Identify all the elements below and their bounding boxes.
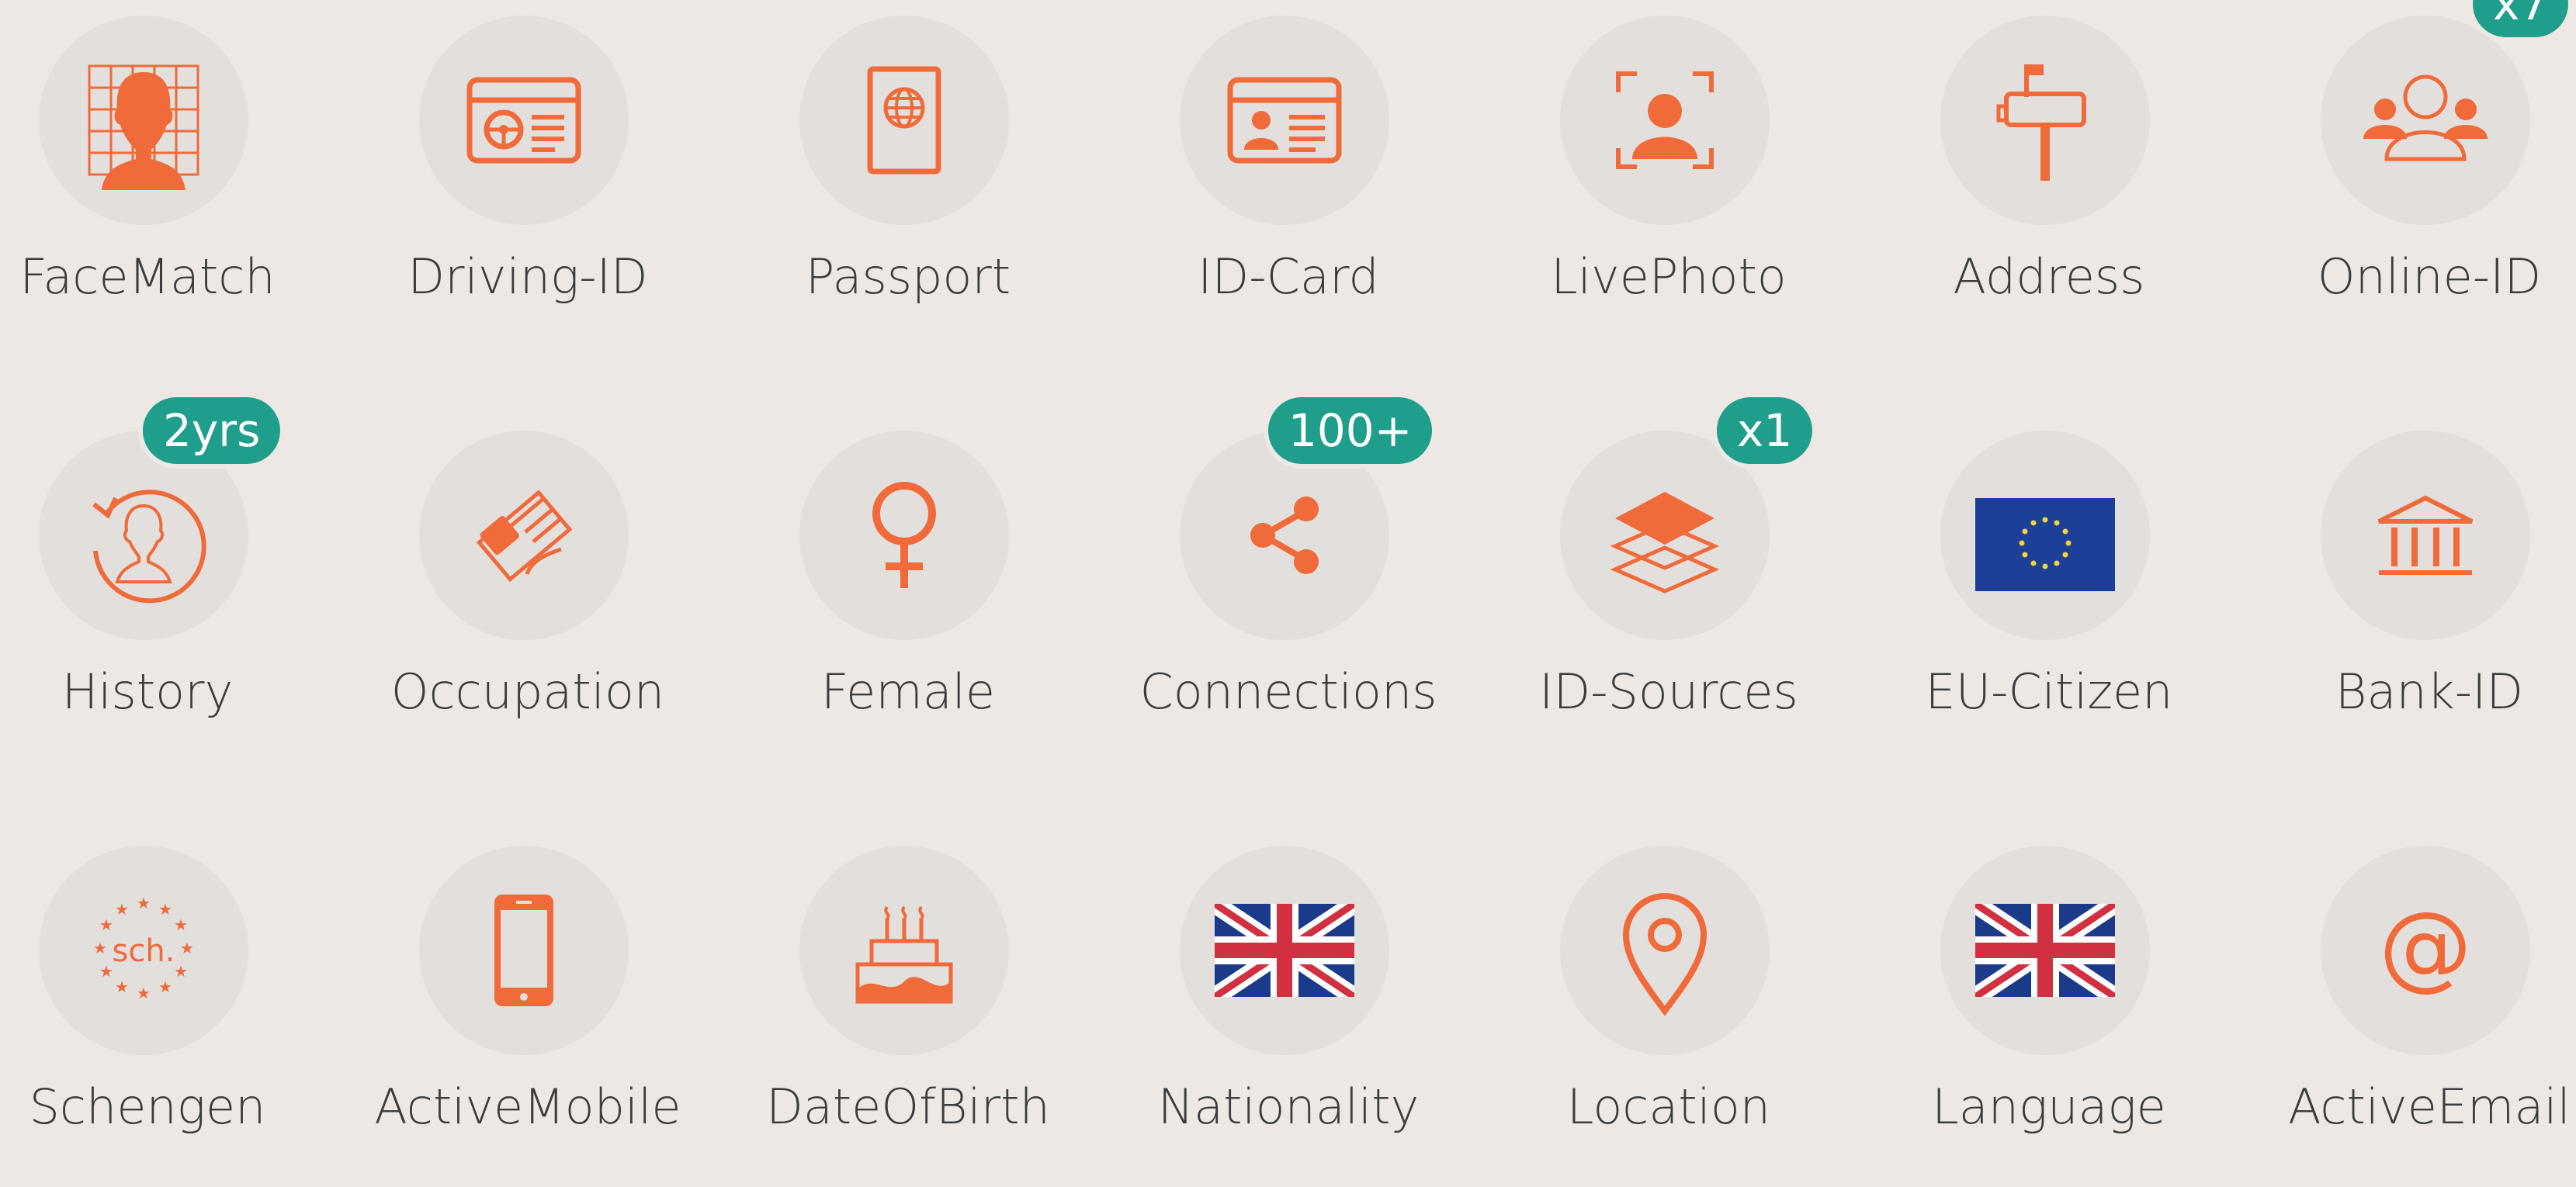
- item-label: Female: [820, 663, 996, 720]
- item-label: Passport: [805, 248, 1011, 305]
- passport-icon: [799, 16, 1009, 225]
- svg-text:★: ★: [158, 978, 172, 996]
- uk-flag-icon: [1940, 846, 2150, 1055]
- item-label: Driving-ID: [407, 248, 648, 305]
- svg-text:★: ★: [174, 915, 188, 934]
- tile-driving-id[interactable]: Driving-ID: [380, 16, 675, 357]
- uk-flag-icon: [1180, 846, 1389, 1055]
- location-pin-icon: [1560, 846, 1770, 1055]
- svg-text:★: ★: [158, 900, 172, 919]
- mobile-phone-icon: [419, 846, 629, 1055]
- tile-activeemail[interactable]: @ ActiveEmail: [2282, 846, 2576, 1187]
- tile-female[interactable]: Female: [761, 431, 1056, 772]
- item-label: Nationality: [1157, 1078, 1420, 1135]
- item-label: Location: [1566, 1078, 1771, 1135]
- item-label: ActiveEmail: [2288, 1078, 2571, 1135]
- item-label: Bank-ID: [2335, 663, 2524, 720]
- svg-text:★: ★: [115, 978, 129, 996]
- schengen-stars-icon: ★ ★ ★ ★ ★ ★ ★ ★ ★ ★ ★ ★ sch.: [39, 846, 248, 1055]
- item-label: EU-Citizen: [1925, 663, 2173, 720]
- item-label: Schengen: [29, 1078, 266, 1135]
- svg-text:@: @: [2379, 893, 2472, 1001]
- eu-flag-icon: [1940, 431, 2150, 640]
- svg-text:★: ★: [93, 939, 107, 957]
- item-label: ActiveMobile: [374, 1078, 681, 1135]
- connections-badge: 100+: [1268, 397, 1433, 464]
- history-badge: 2yrs: [143, 397, 281, 464]
- tile-id-card[interactable]: ID-Card: [1141, 16, 1436, 357]
- tile-location[interactable]: Location: [1521, 846, 1816, 1187]
- tile-online-id[interactable]: Online-ID: [2282, 16, 2576, 357]
- item-label: Language: [1932, 1078, 2166, 1135]
- tile-facematch[interactable]: FaceMatch: [0, 16, 295, 357]
- face-grid-icon: [39, 16, 248, 225]
- item-label: LivePhoto: [1551, 248, 1787, 305]
- handshake-icon: [419, 431, 629, 640]
- birthday-cake-icon: [799, 846, 1009, 1055]
- item-label: Address: [1953, 248, 2145, 305]
- tile-language[interactable]: Language: [1902, 846, 2196, 1187]
- tile-passport[interactable]: Passport: [761, 16, 1056, 357]
- item-label: DateOfBirth: [766, 1078, 1050, 1135]
- svg-text:★: ★: [180, 939, 194, 957]
- id-sources-badge: x1: [1717, 397, 1813, 464]
- tile-eu-citizen[interactable]: EU-Citizen: [1902, 431, 2196, 772]
- svg-text:★: ★: [174, 962, 188, 981]
- item-label: ID-Card: [1198, 248, 1379, 305]
- tile-id-sources[interactable]: ID-Sources: [1521, 431, 1816, 772]
- people-group-icon: [2321, 16, 2530, 225]
- tile-occupation[interactable]: Occupation: [380, 431, 675, 772]
- svg-text:★: ★: [137, 894, 151, 912]
- layers-icon: [1560, 431, 1770, 640]
- mailbox-icon: [1940, 16, 2150, 225]
- tile-schengen[interactable]: ★ ★ ★ ★ ★ ★ ★ ★ ★ ★ ★ ★ sch. Schengen: [0, 846, 295, 1187]
- tile-dateofbirth[interactable]: DateOfBirth: [761, 846, 1056, 1187]
- tile-livephoto[interactable]: LivePhoto: [1521, 16, 1816, 357]
- svg-text:★: ★: [115, 900, 129, 919]
- svg-text:★: ★: [99, 915, 113, 934]
- tile-history[interactable]: History: [0, 431, 295, 772]
- at-sign-icon: @: [2321, 846, 2530, 1055]
- item-label: FaceMatch: [19, 248, 276, 305]
- bank-icon: [2321, 431, 2530, 640]
- tile-bank-id[interactable]: Bank-ID: [2282, 431, 2576, 772]
- item-label: Connections: [1139, 663, 1437, 720]
- tile-activemobile[interactable]: ActiveMobile: [374, 846, 681, 1187]
- item-label: ID-Sources: [1539, 663, 1798, 720]
- id-card-icon: [1180, 16, 1389, 225]
- driving-license-icon: [419, 16, 629, 225]
- item-label: History: [61, 663, 234, 720]
- tile-nationality[interactable]: Nationality: [1141, 846, 1436, 1187]
- tile-connections[interactable]: Connections: [1139, 431, 1437, 772]
- svg-text:★: ★: [99, 962, 113, 981]
- item-label: Online-ID: [2317, 248, 2542, 305]
- live-photo-icon: [1560, 16, 1770, 225]
- tile-address[interactable]: Address: [1902, 16, 2196, 357]
- svg-text:★: ★: [137, 984, 151, 1002]
- female-symbol-icon: [799, 431, 1009, 640]
- schengen-text: sch.: [113, 933, 175, 969]
- item-label: Occupation: [390, 663, 665, 720]
